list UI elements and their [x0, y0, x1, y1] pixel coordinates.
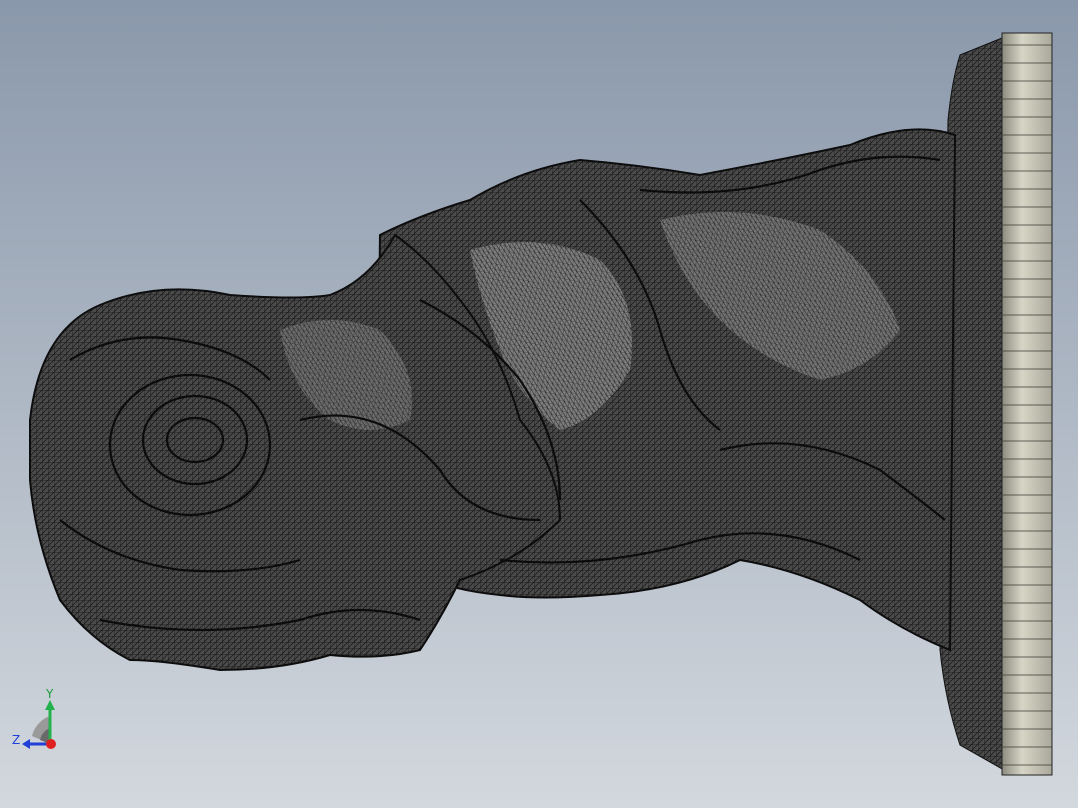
- x-axis-dot: [46, 739, 56, 749]
- 3d-viewport[interactable]: Y Z: [0, 0, 1078, 808]
- z-axis-label: Z: [12, 733, 20, 747]
- base-plate: [1001, 32, 1053, 776]
- model-base[interactable]: [939, 32, 1053, 776]
- base-mesh-lines: [1002, 44, 1052, 766]
- y-axis-arrowhead: [45, 700, 55, 710]
- z-axis-arrowhead: [22, 739, 30, 749]
- orientation-triad[interactable]: Y Z: [10, 686, 90, 766]
- y-axis-label: Y: [45, 687, 54, 701]
- model-scene[interactable]: [0, 0, 1078, 808]
